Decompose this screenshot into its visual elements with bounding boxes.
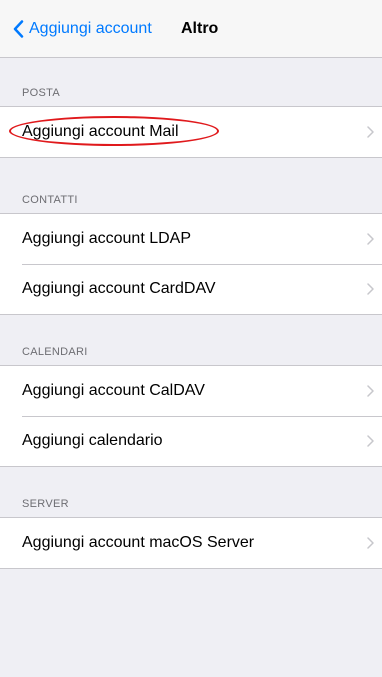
section-header-server: SERVER — [22, 498, 69, 510]
row-label: Aggiungi account Mail — [22, 123, 179, 140]
add-ldap-account-row[interactable]: Aggiungi account LDAP — [0, 214, 382, 264]
section-group-server: Aggiungi account macOS Server — [0, 517, 382, 569]
chevron-right-icon — [367, 126, 374, 138]
section-group-posta: Aggiungi account Mail — [0, 106, 382, 158]
navigation-bar: Aggiungi account Altro — [0, 0, 382, 58]
section-header-posta: POSTA — [22, 87, 60, 99]
page-title: Altro — [181, 20, 219, 37]
row-label: Aggiungi calendario — [22, 432, 163, 449]
chevron-right-icon — [367, 385, 374, 397]
row-label: Aggiungi account macOS Server — [22, 534, 255, 551]
add-mail-account-row[interactable]: Aggiungi account Mail — [0, 107, 382, 157]
chevron-left-icon — [13, 20, 24, 38]
add-calendar-row[interactable]: Aggiungi calendario — [0, 416, 382, 466]
add-macos-server-account-row[interactable]: Aggiungi account macOS Server — [0, 518, 382, 568]
row-label: Aggiungi account LDAP — [22, 230, 191, 247]
row-label: Aggiungi account CalDAV — [22, 382, 205, 399]
back-button-label: Aggiungi account — [29, 20, 152, 37]
section-group-contatti: Aggiungi account LDAP Aggiungi account C… — [0, 213, 382, 315]
row-label: Aggiungi account CardDAV — [22, 280, 216, 297]
chevron-right-icon — [367, 283, 374, 295]
add-carddav-account-row[interactable]: Aggiungi account CardDAV — [0, 264, 382, 314]
chevron-right-icon — [367, 435, 374, 447]
section-group-calendari: Aggiungi account CalDAV Aggiungi calenda… — [0, 365, 382, 467]
add-caldav-account-row[interactable]: Aggiungi account CalDAV — [0, 366, 382, 416]
chevron-right-icon — [367, 233, 374, 245]
section-header-contatti: CONTATTI — [22, 194, 78, 206]
back-button[interactable]: Aggiungi account — [13, 15, 152, 43]
chevron-right-icon — [367, 537, 374, 549]
section-header-calendari: CALENDARI — [22, 346, 88, 358]
